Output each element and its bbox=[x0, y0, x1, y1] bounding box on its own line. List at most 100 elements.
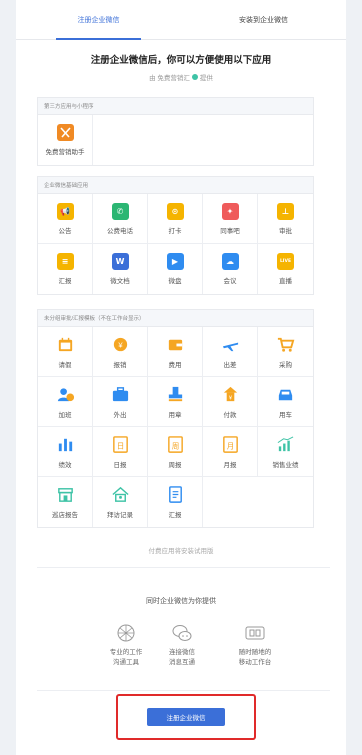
template-label: 周报 bbox=[168, 461, 182, 469]
app-tile[interactable]: ≡ 汇报 bbox=[38, 244, 93, 294]
marketing-logo-icon bbox=[56, 124, 74, 141]
template-label: 外出 bbox=[113, 411, 127, 419]
template-tile[interactable]: 采购 bbox=[258, 327, 313, 377]
app-tile[interactable]: ✦ 同事吧 bbox=[203, 194, 258, 244]
doc-w-icon: W bbox=[111, 253, 129, 270]
app-label: 审批 bbox=[279, 227, 292, 235]
template-tile[interactable]: ¥ 付款 bbox=[203, 377, 258, 427]
seal-icon bbox=[166, 385, 185, 404]
template-label: 用车 bbox=[279, 411, 292, 419]
promo-title: 同时企业微信为你提供 bbox=[146, 598, 216, 605]
template-tile[interactable]: 绩效 bbox=[38, 427, 93, 477]
tab-register[interactable]: 注册企业微信 bbox=[16, 0, 181, 40]
trial-footnote: 付费应用将安装试用版 bbox=[148, 548, 214, 555]
bar-chart-icon bbox=[56, 435, 75, 454]
document-icon bbox=[166, 485, 185, 504]
briefcase-icon bbox=[111, 385, 130, 404]
template-label: 拜访记录 bbox=[107, 512, 133, 519]
app-label: 直播 bbox=[279, 278, 292, 285]
car-icon bbox=[276, 385, 295, 404]
app-tile[interactable]: 📢 公告 bbox=[38, 194, 93, 244]
basic-apps-title: 企业微信基础应用 bbox=[38, 177, 313, 194]
app-tile[interactable]: 免费营销助手 bbox=[38, 115, 93, 165]
template-label: 绩效 bbox=[58, 461, 72, 469]
template-tile[interactable]: 汇报 bbox=[148, 477, 203, 527]
template-tile[interactable]: 日日报 bbox=[93, 427, 148, 477]
template-label: 付款 bbox=[223, 411, 237, 419]
template-label: 出差 bbox=[223, 361, 237, 369]
feature-line2: 移动工作台 bbox=[238, 659, 272, 666]
third-party-section: 第三方应用与小程序 免费营销助手 bbox=[37, 97, 314, 166]
template-label: 加班 bbox=[58, 411, 72, 419]
feature-wechat: 连接微信 消息互通 bbox=[142, 622, 222, 668]
app-tile[interactable]: W 微文档 bbox=[93, 244, 148, 294]
sales-chart-icon bbox=[276, 435, 295, 454]
cloud-icon: ☁ bbox=[221, 253, 239, 270]
tab-bar: 注册企业微信 安装到企业微信 bbox=[16, 0, 346, 40]
app-label: 会议 bbox=[223, 278, 237, 285]
feature-line2: 沟通工具 bbox=[113, 659, 139, 666]
template-tile[interactable]: 巡店报告 bbox=[38, 477, 93, 527]
template-tile[interactable]: 拜访记录 bbox=[93, 477, 148, 527]
daily-report-icon: 日 bbox=[111, 435, 130, 454]
svg-text:周: 周 bbox=[171, 441, 179, 450]
app-tile[interactable]: LIVE 直播 bbox=[258, 244, 313, 294]
feature-mobile: 随时随地的移动工作台 bbox=[215, 622, 295, 668]
coin-icon: ¥ bbox=[111, 335, 130, 354]
app-label: 微文档 bbox=[110, 278, 130, 285]
app-tile[interactable]: ⊙ 打卡 bbox=[148, 194, 203, 244]
feature-line1: 连接微信 bbox=[169, 649, 195, 656]
chat-bubbles-icon bbox=[172, 625, 192, 641]
tablet-icon bbox=[245, 626, 265, 640]
template-tile[interactable]: ¥ 报销 bbox=[93, 327, 148, 377]
cart-icon bbox=[276, 335, 295, 354]
template-tile[interactable]: 出差 bbox=[203, 327, 258, 377]
template-tile[interactable]: 销售业绩 bbox=[258, 427, 313, 477]
location-pin-icon: ⊙ bbox=[166, 202, 184, 220]
template-tile[interactable]: 加班 bbox=[38, 377, 93, 427]
feature-line1: 随时随地的 bbox=[238, 649, 272, 656]
monthly-report-icon: 月 bbox=[221, 435, 240, 454]
app-tile[interactable]: ✆ 公费电话 bbox=[93, 194, 148, 244]
templates-section: 未分组审批/汇报模板（不在工作台显示） 请假 ¥ 报销 费用 出差 采购 加班 外出 用章 ¥ 付款… bbox=[37, 309, 314, 528]
template-tile[interactable]: 月月报 bbox=[203, 427, 258, 477]
svg-text:月: 月 bbox=[226, 441, 234, 450]
template-tile[interactable]: 周周报 bbox=[148, 427, 203, 477]
template-label: 月报 bbox=[223, 461, 237, 469]
divider bbox=[37, 567, 330, 568]
report-icon: ≡ bbox=[56, 253, 74, 270]
stamp-icon: ⊥ bbox=[277, 202, 294, 220]
template-label: 销售业绩 bbox=[272, 461, 299, 469]
feature-line2: 消息互通 bbox=[169, 659, 195, 666]
weekly-report-icon: 周 bbox=[166, 435, 185, 454]
provider-text: 由 免费营销汇 bbox=[149, 75, 190, 82]
template-label: 采购 bbox=[279, 361, 292, 369]
tab-install[interactable]: 安装到企业微信 bbox=[181, 0, 346, 39]
headline: 注册企业微信后，你可以方便使用以下应用 bbox=[90, 55, 272, 66]
app-label: 打卡 bbox=[168, 227, 182, 235]
payment-icon: ¥ bbox=[221, 385, 240, 404]
app-tile[interactable]: ⊥ 审批 bbox=[258, 194, 313, 244]
template-tile[interactable]: 请假 bbox=[38, 327, 93, 377]
megaphone-icon: 📢 bbox=[56, 202, 74, 220]
app-tile[interactable]: ☁ 会议 bbox=[203, 244, 258, 294]
app-label: 免费营销助手 bbox=[45, 149, 85, 156]
visit-home-icon bbox=[111, 485, 130, 504]
app-label: 汇报 bbox=[58, 278, 72, 285]
feature-line1: 专业的工作 bbox=[109, 649, 143, 656]
network-globe-icon bbox=[117, 624, 135, 642]
register-button[interactable]: 注册企业微信 bbox=[147, 708, 225, 726]
app-label: 微盘 bbox=[168, 278, 182, 285]
template-label: 报销 bbox=[113, 361, 127, 369]
basic-apps-section: 企业微信基础应用 📢 公告 ✆ 公费电话 ⊙ 打卡 ✦ 同事吧 ⊥ 审批 ≡ 汇报 W 微文档 ▶ 微盘 ☁ 会议… bbox=[37, 176, 314, 295]
template-tile[interactable]: 外出 bbox=[93, 377, 148, 427]
store-icon bbox=[56, 485, 75, 504]
cta-highlight: 注册企业微信 bbox=[116, 694, 256, 740]
template-tile[interactable]: 用车 bbox=[258, 377, 313, 427]
app-tile[interactable]: ▶ 微盘 bbox=[148, 244, 203, 294]
template-tile[interactable]: 用章 bbox=[148, 377, 203, 427]
third-party-title: 第三方应用与小程序 bbox=[38, 98, 313, 115]
wallet-icon bbox=[166, 335, 185, 354]
provider-badge-icon bbox=[191, 74, 198, 80]
template-tile[interactable]: 费用 bbox=[148, 327, 203, 377]
